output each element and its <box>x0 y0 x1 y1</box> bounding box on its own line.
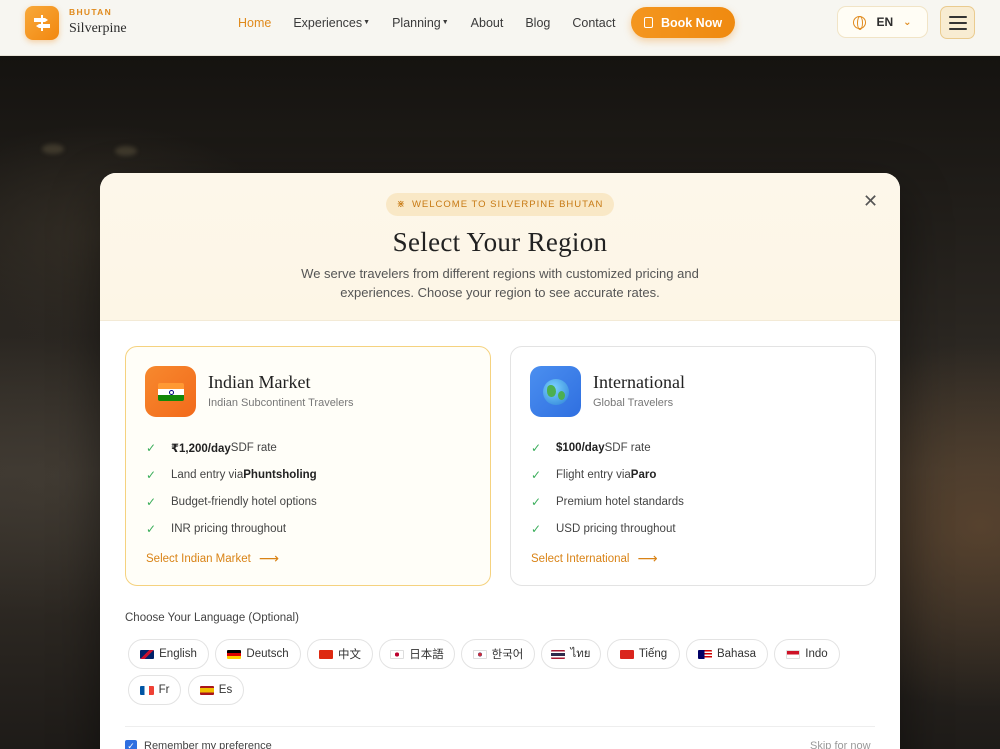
japan-flag-icon <box>390 649 405 659</box>
language-section-label: Choose Your Language (Optional) <box>125 612 299 624</box>
chevron-down-icon: ⌄ <box>903 16 912 28</box>
feature-list: ✓ ₹1,200/day SDF rate ✓ Land entry via Phu… <box>146 434 317 542</box>
language-chip-korean[interactable]: 한국어 <box>461 639 535 669</box>
check-icon: ✓ <box>531 494 542 509</box>
korea-flag-icon <box>472 649 487 659</box>
divider <box>125 726 875 727</box>
region-card-indian[interactable]: Indian Market Indian Subcontinent Travel… <box>125 346 491 586</box>
language-chip-japanese[interactable]: 日本語 <box>379 639 455 669</box>
feature-item: ✓ Premium hotel standards <box>531 494 684 509</box>
vietnam-flag-icon <box>619 649 634 659</box>
brand-tagline: BHUTAN <box>69 7 113 17</box>
language-chip-thai[interactable]: ไทย <box>541 639 601 669</box>
germany-flag-icon <box>227 649 242 659</box>
check-icon: ✓ <box>531 521 542 536</box>
select-international-link[interactable]: Select International ⟶ <box>531 550 658 567</box>
feature-item: ✓ USD pricing throughout <box>531 521 676 536</box>
check-icon: ✓ <box>146 440 157 455</box>
modal-header: ⋇ WELCOME TO SILVERPINE BHUTAN ✕ Select … <box>100 173 900 321</box>
link-label: Select International <box>531 552 630 565</box>
language-chip-deutsch[interactable]: Deutsch <box>215 639 301 669</box>
region-subtitle: Global Travelers <box>593 397 674 409</box>
mountain-icon: ⋇ <box>396 199 406 210</box>
caret-down-icon: ▼ <box>441 19 449 26</box>
language-selector[interactable]: EN ⌄ <box>837 6 928 38</box>
check-icon: ✓ <box>146 521 157 536</box>
main-nav: Home Experiences▼ Planning▼ About Blog C… <box>238 0 637 46</box>
close-icon[interactable]: ✕ <box>863 191 878 211</box>
background-glint <box>115 146 137 156</box>
uk-flag-icon <box>140 649 155 659</box>
logo-icon[interactable] <box>25 6 59 40</box>
globe-icon <box>530 366 581 417</box>
book-now-label: Book Now <box>660 15 723 30</box>
feature-item: ✓ Land entry via Phuntsholing <box>146 467 317 482</box>
region-card-international[interactable]: International Global Travelers ✓ $100/day… <box>510 346 876 586</box>
language-chip-vietnamese[interactable]: Tiếng <box>607 639 680 669</box>
region-select-modal: ⋇ WELCOME TO SILVERPINE BHUTAN ✕ Select … <box>100 173 900 749</box>
book-now-button[interactable]: Book Now <box>631 7 735 38</box>
brand-name[interactable]: Silverpine <box>69 21 127 37</box>
feature-item: ✓ Flight entry via Paro <box>531 467 657 482</box>
nav-contact[interactable]: Contact <box>572 16 615 30</box>
language-chip-bahasa[interactable]: Bahasa <box>686 639 768 669</box>
calendar-icon <box>643 17 653 28</box>
china-flag-icon <box>319 649 333 659</box>
region-title: Indian Market <box>208 372 311 392</box>
language-code: EN <box>876 15 894 29</box>
welcome-badge: ⋇ WELCOME TO SILVERPINE BHUTAN <box>386 193 614 216</box>
link-label: Select Indian Market <box>146 552 251 565</box>
globe-icon <box>853 15 867 30</box>
nav-planning[interactable]: Planning▼ <box>392 16 449 30</box>
language-chip-indonesian[interactable]: Indo <box>774 639 840 669</box>
hamburger-menu-button[interactable] <box>940 6 975 39</box>
nav-blog[interactable]: Blog <box>525 16 550 30</box>
checkmark-icon: ✓ <box>125 740 137 749</box>
language-chip-english[interactable]: English <box>128 639 209 669</box>
feature-item: ✓ Budget-friendly hotel options <box>146 494 317 509</box>
signpost-icon <box>34 15 50 31</box>
menu-bar <box>948 15 967 18</box>
welcome-badge-text: WELCOME TO SILVERPINE BHUTAN <box>411 199 604 210</box>
nav-experiences[interactable]: Experiences▼ <box>293 16 370 30</box>
check-icon: ✓ <box>531 467 542 482</box>
region-title: International <box>593 372 685 392</box>
spain-flag-icon <box>199 685 214 695</box>
skip-link[interactable]: Skip for now <box>810 740 871 749</box>
region-subtitle: Indian Subcontinent Travelers <box>208 397 354 409</box>
feature-list: ✓ $100/day SDF rate ✓ Flight entry via Par… <box>531 434 684 542</box>
menu-bar <box>948 27 967 30</box>
site-header: BHUTAN Silverpine Home Experiences▼ Plan… <box>0 0 1000 56</box>
modal-title: Select Your Region <box>392 227 608 257</box>
modal-description: We serve travelers from different region… <box>301 266 699 300</box>
language-chip-french[interactable]: Fr <box>128 675 181 705</box>
check-icon: ✓ <box>146 467 157 482</box>
language-chip-spanish[interactable]: Es <box>188 675 244 705</box>
remember-preference-checkbox[interactable]: ✓ Remember my preference <box>125 740 272 749</box>
india-flag-icon <box>145 366 196 417</box>
feature-item: ✓ $100/day SDF rate <box>531 440 651 455</box>
france-flag-icon <box>139 685 154 695</box>
language-chip-chinese[interactable]: 中文 <box>307 639 373 669</box>
nav-about[interactable]: About <box>471 16 504 30</box>
menu-bar <box>948 21 967 24</box>
indonesia-flag-icon <box>786 649 801 659</box>
background-glint <box>42 144 64 154</box>
nav-home[interactable]: Home <box>238 16 271 30</box>
check-icon: ✓ <box>531 440 542 455</box>
feature-item: ✓ INR pricing throughout <box>146 521 287 536</box>
select-indian-market-link[interactable]: Select Indian Market ⟶ <box>146 550 279 567</box>
remember-label: Remember my preference <box>144 740 272 749</box>
caret-down-icon: ▼ <box>363 19 371 26</box>
feature-item: ✓ ₹1,200/day SDF rate <box>146 440 277 455</box>
thailand-flag-icon <box>551 649 566 659</box>
arrow-right-icon: ⟶ <box>258 550 279 566</box>
arrow-right-icon: ⟶ <box>637 550 658 566</box>
check-icon: ✓ <box>146 494 157 509</box>
malaysia-flag-icon <box>697 649 712 659</box>
